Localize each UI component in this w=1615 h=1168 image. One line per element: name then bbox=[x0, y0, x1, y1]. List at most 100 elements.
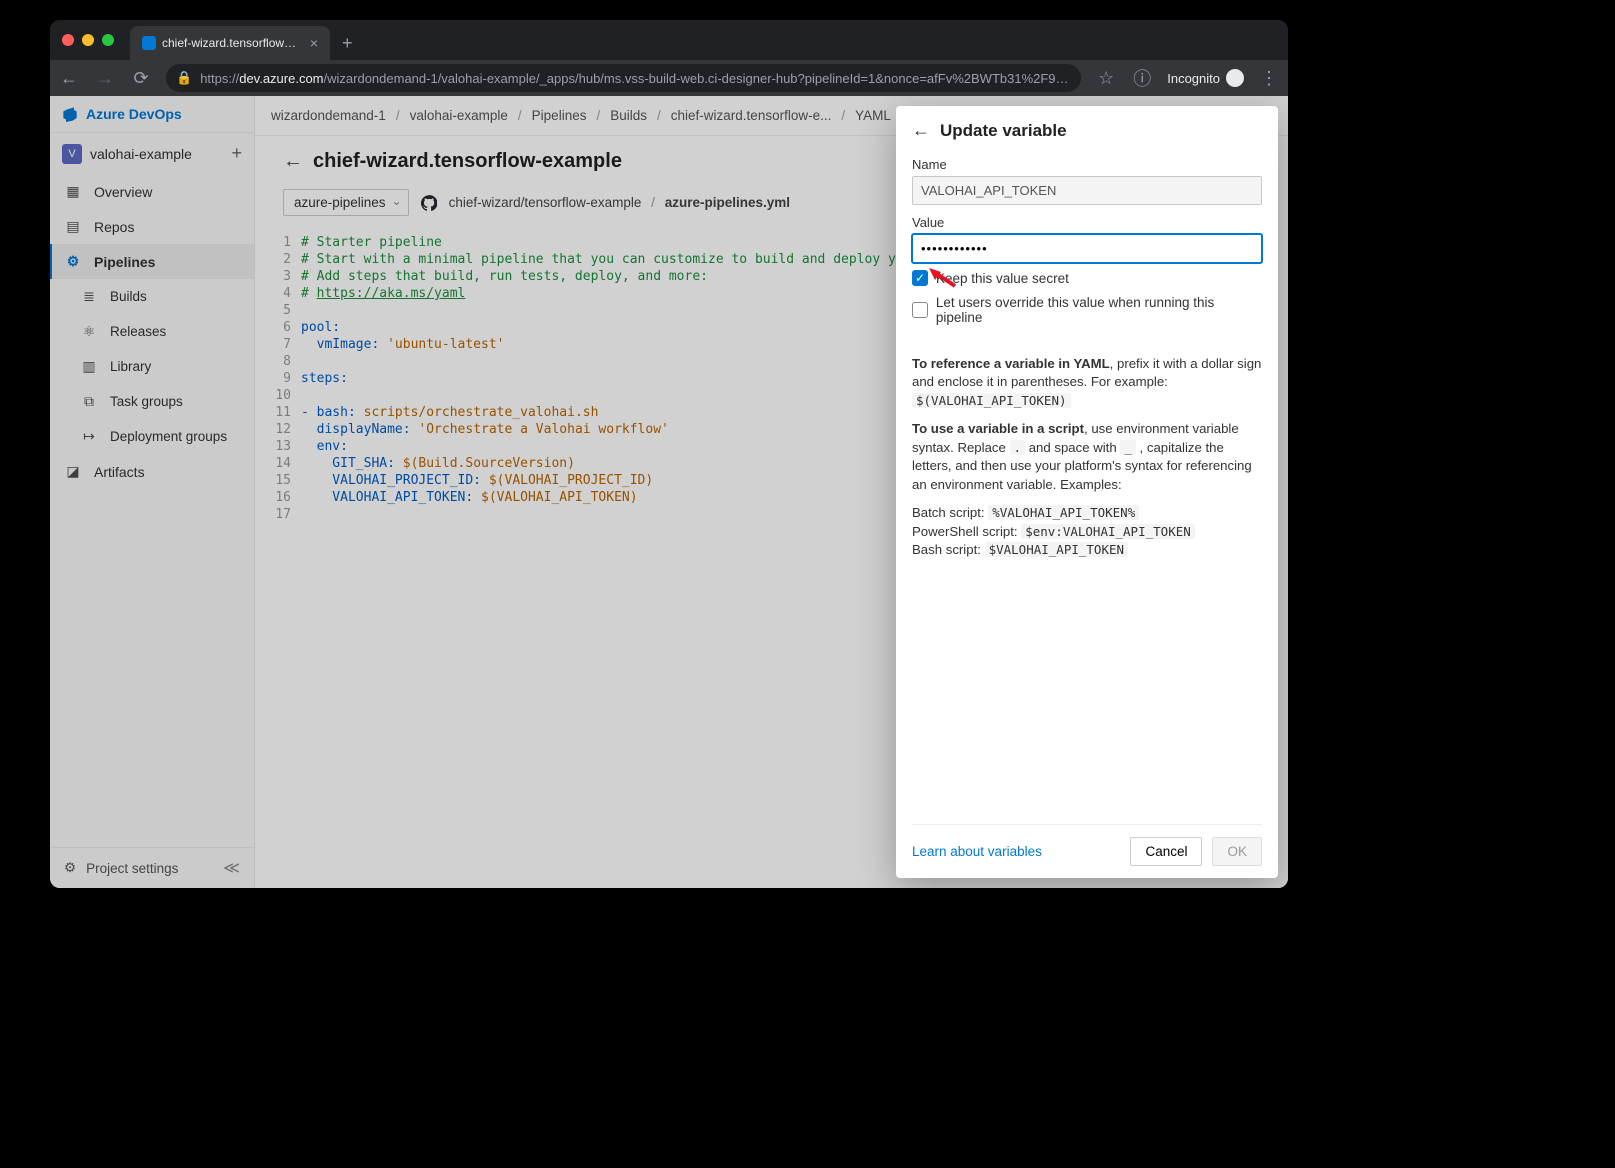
cancel-button[interactable]: Cancel bbox=[1130, 837, 1202, 866]
sidebar-item-icon: ◪ bbox=[64, 463, 82, 480]
breadcrumb-separator: / bbox=[657, 108, 661, 123]
project-settings-link[interactable]: ⚙ Project settings ≪ bbox=[50, 847, 254, 888]
brand-row[interactable]: Azure DevOps bbox=[50, 96, 254, 133]
sidebar-item-pipelines[interactable]: ⚙ Pipelines bbox=[50, 244, 254, 279]
help-us: _ bbox=[1120, 440, 1136, 455]
sidebar-item-overview[interactable]: ▦Overview bbox=[50, 174, 254, 209]
code-line: # Start with a minimal pipeline that you… bbox=[301, 251, 919, 268]
url-host: dev.azure.com bbox=[239, 71, 323, 86]
page-title: chief-wizard.tensorflow-example bbox=[313, 150, 622, 173]
new-tab-button[interactable]: + bbox=[342, 33, 353, 54]
name-input[interactable] bbox=[912, 176, 1262, 205]
code-line: VALOHAI_PROJECT_ID: $(VALOHAI_PROJECT_ID… bbox=[301, 472, 919, 489]
url-bar[interactable]: 🔒 https:// dev.azure.com /wizardondemand… bbox=[166, 64, 1081, 92]
ok-button[interactable]: OK bbox=[1212, 837, 1262, 866]
sidebar-item-label: Task groups bbox=[110, 394, 183, 409]
add-project-button[interactable]: + bbox=[231, 143, 242, 164]
sidebar-item-artifacts[interactable]: ◪ Artifacts bbox=[50, 454, 254, 489]
override-checkbox-row[interactable]: Let users override this value when runni… bbox=[912, 295, 1262, 325]
name-label: Name bbox=[912, 157, 1262, 172]
code-line: steps: bbox=[301, 370, 919, 387]
secret-checkbox-label: Keep this value secret bbox=[936, 271, 1069, 286]
branch-select[interactable]: azure-pipelines bbox=[283, 189, 409, 216]
site-info-icon[interactable]: ⓘ bbox=[1131, 65, 1153, 91]
minimize-window-button[interactable] bbox=[82, 34, 94, 46]
sidebar-item-label: Builds bbox=[110, 289, 147, 304]
browser-tab[interactable]: chief-wizard.tensorflow-exam... × bbox=[130, 26, 330, 60]
ps-label: PowerShell script: bbox=[912, 524, 1021, 539]
batch-label: Batch script: bbox=[912, 505, 988, 520]
brand-text: Azure DevOps bbox=[86, 106, 182, 122]
close-tab-icon[interactable]: × bbox=[310, 35, 318, 51]
repo-path[interactable]: chief-wizard/tensorflow-example / azure-… bbox=[449, 195, 790, 210]
repo-file-name: azure-pipelines.yml bbox=[665, 195, 790, 210]
panel-title: Update variable bbox=[940, 121, 1067, 141]
incognito-badge: Incognito 🕶 bbox=[1167, 69, 1244, 87]
sidebar-item-icon: ▥ bbox=[80, 358, 98, 375]
learn-link[interactable]: Learn about variables bbox=[912, 844, 1042, 859]
code-line: env: bbox=[301, 438, 919, 455]
sidebar-item-deployment-groups[interactable]: ↦Deployment groups bbox=[50, 419, 254, 454]
sidebar-item-label: Library bbox=[110, 359, 151, 374]
breadcrumb-item[interactable]: YAML bbox=[855, 108, 891, 123]
code-lines: # Starter pipeline# Start with a minimal… bbox=[301, 226, 919, 888]
repo-path-name: chief-wizard/tensorflow-example bbox=[449, 195, 642, 210]
secret-checkbox-row[interactable]: ✓ Keep this value secret bbox=[912, 270, 1262, 286]
batch-example: %VALOHAI_API_TOKEN% bbox=[988, 505, 1139, 520]
breadcrumb-item[interactable]: Builds bbox=[610, 108, 647, 123]
incognito-icon: 🕶 bbox=[1226, 69, 1244, 87]
project-switcher[interactable]: V valohai-example + bbox=[50, 133, 254, 174]
project-avatar: V bbox=[62, 144, 82, 164]
secret-checkbox[interactable]: ✓ bbox=[912, 270, 928, 286]
breadcrumb-separator: / bbox=[841, 108, 845, 123]
collapse-sidebar-icon[interactable]: ≪ bbox=[223, 858, 240, 878]
ps-example: $env:VALOHAI_API_TOKEN bbox=[1021, 524, 1195, 539]
nav-forward-button[interactable]: → bbox=[94, 68, 116, 89]
sidebar-item-releases[interactable]: ⚛ Releases bbox=[50, 314, 254, 349]
code-line: vmImage: 'ubuntu-latest' bbox=[301, 336, 919, 353]
sidebar-item-task-groups[interactable]: ⧉Task groups bbox=[50, 384, 254, 419]
incognito-label: Incognito bbox=[1167, 71, 1220, 86]
azure-devops-logo-icon bbox=[62, 106, 78, 122]
sidebar-item-icon: ⚙ bbox=[64, 253, 82, 270]
help-script-bold: To use a variable in a script bbox=[912, 421, 1084, 436]
code-line bbox=[301, 302, 919, 319]
code-line: - bash: scripts/orchestrate_valohai.sh bbox=[301, 404, 919, 421]
breadcrumb-item[interactable]: wizardondemand-1 bbox=[271, 108, 386, 123]
panel-back-button[interactable]: ← bbox=[912, 120, 930, 141]
close-window-button[interactable] bbox=[62, 34, 74, 46]
sidebar-item-repos[interactable]: ▤Repos bbox=[50, 209, 254, 244]
sidebar-item-icon: ▦ bbox=[64, 183, 82, 200]
browser-toolbar: ← → ⟳ 🔒 https:// dev.azure.com /wizardon… bbox=[50, 60, 1288, 96]
nav-back-button[interactable]: ← bbox=[58, 68, 80, 89]
sidebar-item-builds[interactable]: ≣Builds bbox=[50, 279, 254, 314]
override-checkbox[interactable] bbox=[912, 302, 928, 318]
app-surface: Azure DevOps V valohai-example + ▦Overvi… bbox=[50, 96, 1288, 888]
update-variable-panel: ← Update variable Name Value ✓ Keep this… bbox=[896, 106, 1278, 878]
breadcrumb-item[interactable]: chief-wizard.tensorflow-e... bbox=[671, 108, 832, 123]
path-separator: / bbox=[651, 195, 655, 210]
breadcrumb-separator: / bbox=[396, 108, 400, 123]
sidebar: Azure DevOps V valohai-example + ▦Overvi… bbox=[50, 96, 255, 888]
url-path: /wizardondemand-1/valohai-example/_apps/… bbox=[324, 71, 1072, 86]
sidebar-item-library[interactable]: ▥ Library bbox=[50, 349, 254, 384]
sidebar-item-label: Releases bbox=[110, 324, 166, 339]
sidebar-item-label: Artifacts bbox=[94, 464, 145, 480]
sidebar-item-label: Pipelines bbox=[94, 254, 155, 270]
breadcrumb-item[interactable]: Pipelines bbox=[532, 108, 587, 123]
page-back-button[interactable]: ← bbox=[283, 150, 303, 173]
bookmark-icon[interactable]: ☆ bbox=[1095, 68, 1117, 89]
maximize-window-button[interactable] bbox=[102, 34, 114, 46]
panel-footer: Learn about variables Cancel OK bbox=[912, 824, 1262, 878]
browser-menu-button[interactable]: ⋮ bbox=[1258, 68, 1280, 89]
value-input[interactable] bbox=[912, 234, 1262, 263]
project-settings-label: Project settings bbox=[86, 861, 178, 876]
breadcrumb-item[interactable]: valohai-example bbox=[410, 108, 508, 123]
code-line: # Starter pipeline bbox=[301, 234, 919, 251]
override-checkbox-label: Let users override this value when runni… bbox=[936, 295, 1262, 325]
nav-reload-button[interactable]: ⟳ bbox=[130, 68, 152, 89]
github-icon bbox=[421, 195, 437, 211]
breadcrumb-separator: / bbox=[518, 108, 522, 123]
sidebar-item-icon: ⚛ bbox=[80, 323, 98, 340]
sidebar-nav: ▦Overview▤Repos ⚙ Pipelines ≣Builds ⚛ Release… bbox=[50, 174, 254, 847]
